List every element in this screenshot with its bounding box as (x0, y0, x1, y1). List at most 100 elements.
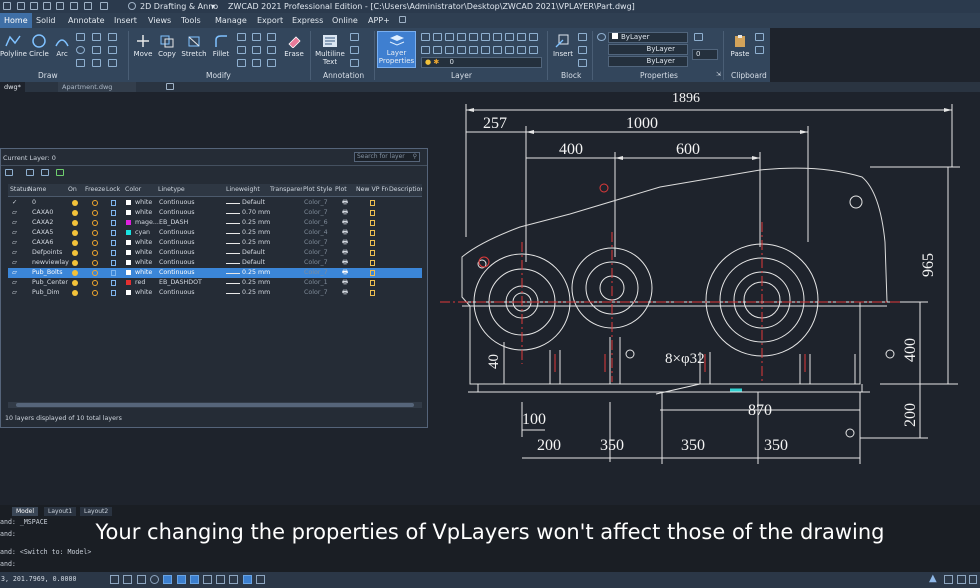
unlock-icon[interactable] (111, 220, 116, 226)
col-new-vp-freeze[interactable]: New VP Freeze (356, 184, 388, 196)
hatch-icon[interactable] (92, 33, 101, 41)
on-bulb-icon[interactable] (72, 220, 78, 226)
save-as-icon[interactable] (56, 2, 64, 10)
freeze-sun-icon[interactable] (92, 230, 98, 236)
layer-name[interactable]: CAXA2 (32, 218, 53, 228)
new-file-icon[interactable] (17, 2, 25, 10)
color-swatch[interactable] (126, 210, 131, 215)
layer-tool-icon[interactable] (433, 46, 442, 54)
offset-icon[interactable] (252, 59, 261, 67)
freeze-sun-icon[interactable] (92, 280, 98, 286)
vp-freeze-icon[interactable] (370, 260, 375, 266)
vp-freeze-icon[interactable] (370, 210, 375, 216)
tab-export[interactable]: Export (253, 13, 287, 28)
new-vp-layer-icon[interactable] (26, 169, 34, 176)
fillet-button[interactable]: Fillet (209, 34, 233, 58)
freeze-sun-icon[interactable] (92, 210, 98, 216)
color-swatch[interactable] (126, 290, 131, 295)
selection-cycling-icon[interactable] (229, 575, 238, 584)
line-icon[interactable] (76, 33, 85, 41)
create-block-icon[interactable] (578, 33, 587, 41)
layer-lineweight[interactable]: Default (242, 248, 265, 258)
layer-lineweight[interactable]: 0.25 mm (242, 238, 270, 248)
grid-mode-icon[interactable] (123, 575, 132, 584)
on-bulb-icon[interactable] (72, 290, 78, 296)
match-properties-icon[interactable] (597, 33, 606, 41)
layer-linetype[interactable]: EB_DASH (159, 218, 188, 228)
transparency-value-field[interactable]: 0 (692, 49, 718, 60)
leader-icon[interactable] (350, 46, 359, 54)
layer-linetype[interactable]: Continuous (159, 198, 195, 208)
stretch-button[interactable]: Stretch (180, 34, 208, 58)
color-swatch[interactable] (126, 250, 131, 255)
tab-express[interactable]: Express (288, 13, 327, 28)
paste-button[interactable]: Paste (727, 34, 753, 58)
vp-freeze-icon[interactable] (370, 270, 375, 276)
layer-color[interactable]: white (135, 238, 152, 248)
layer-row[interactable]: ⏥ CAXA0 white Continuous 0.70 mm Color_7 🖶 (8, 208, 422, 218)
color-swatch[interactable] (126, 280, 131, 285)
on-bulb-icon[interactable] (72, 210, 78, 216)
layer-linetype[interactable]: Continuous (159, 248, 195, 258)
layer-linetype[interactable]: Continuous (159, 268, 195, 278)
layer-name[interactable]: newviewlay (32, 258, 69, 268)
layer-row[interactable]: ✓ 0 white Continuous Default Color_7 🖶 (8, 198, 422, 208)
layer-tool-icon[interactable] (529, 46, 538, 54)
layer-color[interactable]: white (135, 288, 152, 298)
color-swatch[interactable] (126, 240, 131, 245)
layer-name[interactable]: Pub_Dim (32, 288, 60, 298)
unlock-icon[interactable] (111, 290, 116, 296)
unlock-icon[interactable] (111, 260, 116, 266)
layer-color[interactable]: white (135, 198, 152, 208)
layer-name[interactable]: Pub_Center (32, 278, 68, 288)
layer-tool-icon[interactable] (445, 33, 454, 41)
col-status[interactable]: Status (10, 184, 30, 196)
object-snap-icon[interactable] (163, 575, 172, 584)
printer-icon[interactable]: 🖶 (342, 258, 348, 268)
layer-name[interactable]: Pub_Bolts (32, 268, 63, 278)
mirror-icon[interactable] (237, 46, 246, 54)
printer-icon[interactable]: 🖶 (342, 198, 348, 208)
freeze-sun-icon[interactable] (92, 220, 98, 226)
command-input[interactable]: and: (0, 560, 16, 568)
new-layer-icon[interactable] (5, 169, 13, 176)
layer-color[interactable]: cyan (135, 228, 150, 238)
layer-row[interactable]: ⏥ newviewlay white Continuous Default Color_7… (8, 258, 422, 268)
color-swatch[interactable] (126, 200, 131, 205)
layer-tool-icon[interactable] (529, 33, 538, 41)
vp-freeze-icon[interactable] (370, 280, 375, 286)
table-icon[interactable] (350, 59, 359, 67)
horizontal-scrollbar[interactable] (8, 402, 422, 408)
doc-tab-apartment[interactable]: Apartment.dwg (58, 82, 136, 92)
set-current-icon[interactable] (56, 169, 64, 176)
vp-freeze-icon[interactable] (370, 240, 375, 246)
extend-icon[interactable] (252, 46, 261, 54)
vp-freeze-icon[interactable] (370, 230, 375, 236)
layer-lineweight[interactable]: Default (242, 258, 265, 268)
col-description[interactable]: Description (389, 184, 422, 196)
on-bulb-icon[interactable] (72, 250, 78, 256)
circle-button[interactable]: Circle (27, 34, 51, 58)
layer-search-input[interactable]: Search for layer ⚲ (354, 152, 420, 162)
layer-linetype[interactable]: EB_DASHDOT (159, 278, 202, 288)
layer-linetype[interactable]: Continuous (159, 288, 195, 298)
layer-tool-icon[interactable] (469, 46, 478, 54)
layer-name[interactable]: Defpoints (32, 248, 62, 258)
cut-icon[interactable] (755, 33, 764, 41)
layer-tool-icon[interactable] (445, 46, 454, 54)
on-bulb-icon[interactable] (72, 260, 78, 266)
attribute-icon[interactable] (578, 59, 587, 67)
layer-tool-icon[interactable] (517, 46, 526, 54)
polar-tracking-icon[interactable] (150, 575, 159, 584)
layer-tool-icon[interactable] (457, 46, 466, 54)
workspace-selector[interactable]: 2D Drafting & Anno (140, 0, 218, 13)
fullscreen-icon[interactable] (957, 575, 966, 584)
freeze-sun-icon[interactable] (92, 250, 98, 256)
layer-color[interactable]: white (135, 208, 152, 218)
col-color[interactable]: Color (125, 184, 141, 196)
transparency-display-icon[interactable] (216, 575, 225, 584)
layer-color[interactable]: white (135, 258, 152, 268)
object-track-icon[interactable] (177, 575, 186, 584)
layer-color[interactable]: mage... (135, 218, 159, 228)
layer-tool-icon[interactable] (433, 33, 442, 41)
